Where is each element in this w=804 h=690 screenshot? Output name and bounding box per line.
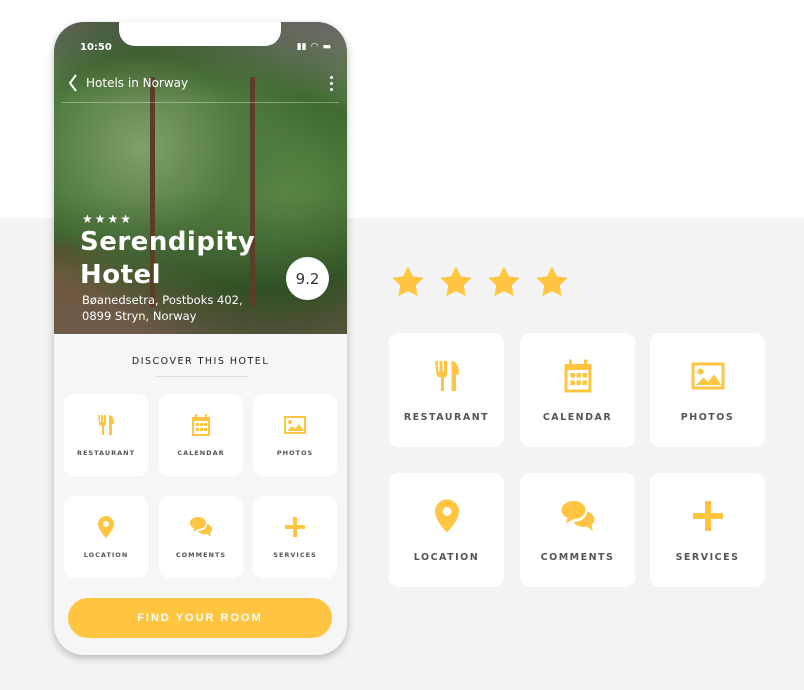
section-title: DISCOVER THIS HOTEL bbox=[131, 356, 270, 367]
star-icon: ★ bbox=[94, 212, 108, 226]
signal-icon: ▮▮ bbox=[296, 42, 307, 52]
find-room-button[interactable]: FIND YOUR ROOM bbox=[68, 598, 332, 638]
tile-label: CALENDAR bbox=[177, 449, 225, 457]
tile-label: SERVICES bbox=[675, 551, 740, 563]
showcase-tile-calendar[interactable]: CALENDAR bbox=[520, 333, 635, 447]
star-icon bbox=[488, 266, 520, 297]
tile-label: COMMENTS bbox=[540, 551, 615, 563]
tile-label: COMMENTS bbox=[175, 551, 227, 559]
comments-icon bbox=[190, 517, 212, 537]
star-icon: ★ bbox=[120, 212, 134, 226]
restaurant-icon bbox=[98, 415, 114, 435]
hotel-address: Bøanedsetra, Postboks 402, 0899 Stryn, No… bbox=[82, 292, 243, 324]
divider bbox=[155, 376, 248, 377]
hotel-star-rating: ★★★★ bbox=[82, 212, 133, 226]
restaurant-icon bbox=[434, 360, 459, 391]
address-line2: 0899 Stryn, Norway bbox=[82, 309, 197, 323]
hotel-hero-image: 10:50 ▮▮ ◠ ▬ Hotels in Norway ★★★★ Serendi… bbox=[54, 22, 347, 334]
feature-tile-calendar[interactable]: CALENDAR bbox=[159, 394, 243, 476]
tile-label: PHOTOS bbox=[276, 449, 314, 457]
star-icon: ★ bbox=[107, 212, 121, 226]
hotel-name-line1: Serendipity bbox=[80, 227, 256, 257]
showcase-tile-restaurant[interactable]: RESTAURANT bbox=[389, 333, 504, 447]
divider bbox=[62, 102, 339, 103]
showcase-tile-location[interactable]: LOCATION bbox=[389, 473, 504, 587]
status-icons: ▮▮ ◠ ▬ bbox=[297, 42, 331, 52]
feature-tile-plus[interactable]: SERVICES bbox=[253, 496, 337, 578]
star-icon bbox=[536, 266, 568, 297]
phone-mockup: 10:50 ▮▮ ◠ ▬ Hotels in Norway ★★★★ Serendi… bbox=[54, 22, 347, 655]
hotel-name-line2: Hotel bbox=[80, 260, 162, 290]
nav-title: Hotels in Norway bbox=[86, 76, 189, 90]
score-badge: 9.2 bbox=[286, 257, 329, 300]
showcase-tile-photos[interactable]: PHOTOS bbox=[650, 333, 765, 447]
calendar-icon bbox=[192, 414, 210, 436]
plus-icon bbox=[285, 517, 305, 537]
more-icon[interactable] bbox=[330, 75, 333, 91]
battery-icon: ▬ bbox=[322, 42, 331, 52]
feature-tile-comments[interactable]: COMMENTS bbox=[159, 496, 243, 578]
hotel-name: Serendipity Hotel bbox=[80, 226, 255, 292]
tile-label: RESTAURANT bbox=[403, 411, 490, 423]
plus-icon bbox=[692, 500, 723, 531]
feature-tile-location[interactable]: LOCATION bbox=[64, 496, 148, 578]
address-line1: Bøanedsetra, Postboks 402, bbox=[82, 293, 243, 307]
star-icon: ★ bbox=[82, 212, 95, 226]
tile-label: SERVICES bbox=[273, 551, 317, 559]
feature-tile-restaurant[interactable]: RESTAURANT bbox=[64, 394, 148, 476]
location-icon bbox=[434, 499, 459, 532]
star-icon bbox=[440, 266, 472, 297]
feature-tile-photos[interactable]: PHOTOS bbox=[253, 394, 337, 476]
nav-bar: Hotels in Norway bbox=[68, 74, 333, 92]
tile-label: PHOTOS bbox=[680, 411, 735, 423]
showcase-star-rating bbox=[391, 265, 569, 299]
showcase-tile-comments[interactable]: COMMENTS bbox=[520, 473, 635, 587]
tile-label: RESTAURANT bbox=[76, 449, 136, 457]
tile-label: LOCATION bbox=[83, 551, 129, 559]
location-icon bbox=[98, 516, 114, 538]
showcase-tile-plus[interactable]: SERVICES bbox=[650, 473, 765, 587]
status-time: 10:50 bbox=[80, 42, 112, 53]
tile-label: LOCATION bbox=[413, 551, 480, 563]
star-icon bbox=[392, 266, 424, 297]
wifi-icon: ◠ bbox=[310, 42, 319, 52]
photos-icon bbox=[284, 416, 306, 434]
comments-icon bbox=[561, 500, 594, 531]
back-icon[interactable] bbox=[68, 74, 78, 92]
tile-label: CALENDAR bbox=[542, 411, 613, 423]
calendar-icon bbox=[564, 359, 591, 392]
phone-notch bbox=[119, 22, 281, 46]
photos-icon bbox=[691, 362, 724, 389]
